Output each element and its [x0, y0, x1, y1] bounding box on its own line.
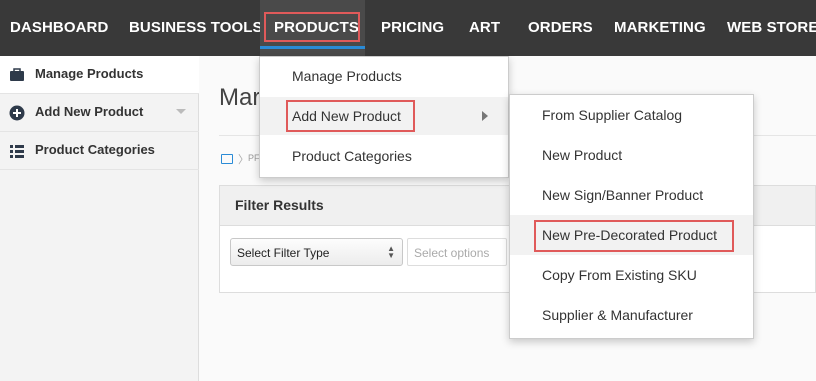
highlight-box — [534, 220, 734, 252]
submenu-item-supplier-manufacturer[interactable]: Supplier & Manufacturer — [510, 295, 753, 335]
add-new-product-submenu: From Supplier Catalog New Product New Si… — [509, 94, 754, 339]
nav-dashboard[interactable]: DASHBOARD — [10, 0, 108, 56]
submenu-item-label: New Sign/Banner Product — [542, 187, 704, 203]
menu-item-label: Product Categories — [292, 148, 412, 164]
submenu-item-new-sign-banner-product[interactable]: New Sign/Banner Product — [510, 175, 753, 215]
nav-pricing[interactable]: PRICING — [381, 0, 444, 56]
filter-panel-title: Filter Results — [235, 197, 324, 213]
plus-circle-icon — [9, 105, 25, 121]
nav-business-tools[interactable]: BUSINESS TOOLS — [129, 0, 263, 56]
nav-marketing[interactable]: MARKETING — [614, 0, 706, 56]
breadcrumb[interactable]: PF — [248, 153, 260, 163]
top-nav-bar: DASHBOARD BUSINESS TOOLS PRODUCTS PRICIN… — [0, 0, 816, 56]
sidebar-item-label: Add New Product — [35, 104, 144, 119]
submenu-item-copy-from-existing-sku[interactable]: Copy From Existing SKU — [510, 255, 753, 295]
chevron-down-icon[interactable] — [176, 109, 186, 114]
sidebar-item-add-new-product[interactable]: Add New Product — [0, 94, 199, 132]
sidebar-item-label: Product Categories — [35, 142, 155, 157]
filter-type-value: Select Filter Type — [237, 246, 330, 260]
products-dropdown-menu: Manage Products Add New Product Product … — [259, 56, 509, 178]
sidebar-item-manage-products[interactable]: Manage Products — [0, 56, 199, 94]
sidebar: Manage Products Add New Product Product … — [0, 56, 199, 381]
active-tab-underline — [260, 46, 365, 49]
briefcase-icon — [10, 68, 24, 81]
menu-item-label: Manage Products — [292, 68, 402, 84]
nav-products[interactable]: PRODUCTS — [260, 0, 365, 56]
nav-web-stores[interactable]: WEB STORES — [727, 0, 816, 56]
monitor-icon[interactable] — [221, 154, 233, 164]
filter-type-select[interactable]: Select Filter Type ▲ ▼ — [230, 238, 403, 266]
sidebar-item-label: Manage Products — [35, 66, 144, 81]
chevron-right-icon — [482, 111, 488, 121]
submenu-item-from-supplier-catalog[interactable]: From Supplier Catalog — [510, 95, 753, 135]
submenu-item-new-pre-decorated-product[interactable]: New Pre-Decorated Product — [510, 215, 753, 255]
sidebar-item-product-categories[interactable]: Product Categories — [0, 132, 199, 170]
select-arrows-icon: ▲ ▼ — [387, 244, 395, 260]
submenu-item-new-product[interactable]: New Product — [510, 135, 753, 175]
submenu-item-label: From Supplier Catalog — [542, 107, 683, 123]
filter-options-input[interactable]: Select options — [407, 238, 507, 266]
filter-options-placeholder: Select options — [414, 246, 490, 260]
menu-item-manage-products[interactable]: Manage Products — [260, 57, 508, 95]
list-icon — [10, 145, 24, 158]
highlight-box — [286, 100, 415, 132]
highlight-box — [264, 12, 360, 42]
submenu-item-label: Copy From Existing SKU — [542, 267, 697, 283]
page-title: Mar — [219, 84, 261, 111]
nav-art[interactable]: ART — [469, 0, 500, 56]
submenu-item-label: Supplier & Manufacturer — [542, 307, 693, 323]
menu-item-add-new-product[interactable]: Add New Product — [260, 97, 508, 135]
submenu-item-label: New Product — [542, 147, 623, 163]
nav-orders[interactable]: ORDERS — [528, 0, 593, 56]
menu-item-product-categories[interactable]: Product Categories — [260, 137, 508, 175]
